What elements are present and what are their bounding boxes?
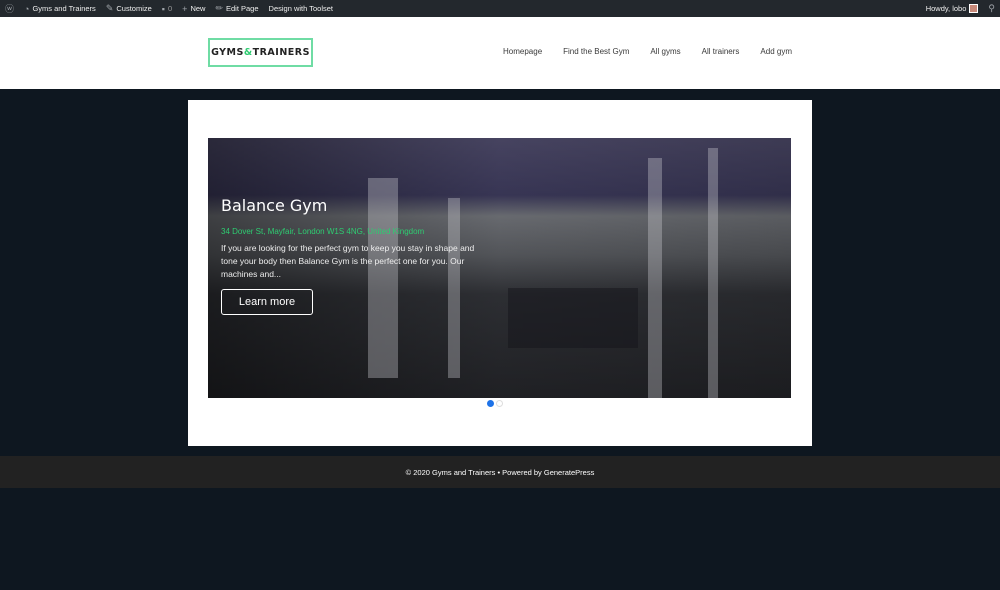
greeting: Howdy, lobo (925, 4, 967, 13)
new-label: New (190, 4, 206, 13)
learn-more-button[interactable]: Learn more (221, 289, 313, 315)
gym-description: If you are looking for the perfect gym t… (221, 243, 475, 279)
slide-image-detail (648, 158, 662, 398)
content-area: Balance Gym 34 Dover St, Mayfair, London… (188, 100, 812, 446)
slider-pagination (487, 400, 503, 407)
wordpress-menu[interactable]: ⓦ (0, 0, 19, 17)
brush-icon: ✎ (105, 3, 114, 13)
site-logo[interactable]: GYMS & TRAINERS (208, 38, 313, 67)
slide-image-detail (708, 148, 718, 398)
slide-dot-1[interactable] (487, 400, 494, 407)
toolset-label: Design with Toolset (268, 4, 334, 13)
edit-page-link[interactable]: ✏ Edit Page (210, 0, 263, 17)
site-name-link[interactable]: ◔ Gyms and Trainers (19, 0, 101, 17)
logo-text-left: GYMS (211, 47, 244, 58)
logo-text-right: TRAINERS (252, 47, 310, 58)
slide-caption: Balance Gym 34 Dover St, Mayfair, London… (221, 196, 491, 315)
nav-add-gym[interactable]: Add gym (760, 47, 792, 56)
copyright: © 2020 Gyms and Trainers • Powered by Ge… (405, 467, 595, 477)
new-link[interactable]: + New (177, 0, 210, 17)
site-footer: © 2020 Gyms and Trainers • Powered by Ge… (0, 456, 1000, 488)
edit-page-label: Edit Page (226, 4, 259, 13)
admin-bar: ⓦ ◔ Gyms and Trainers ✎ Customize ▪ 0 + New … (0, 0, 1000, 17)
account-menu[interactable]: Howdy, lobo (921, 0, 984, 17)
pencil-icon: ✏ (215, 3, 223, 13)
search-button[interactable]: ⚲ (983, 0, 1000, 17)
comment-icon: ▪ (161, 3, 165, 14)
slide-dot-2[interactable] (496, 400, 503, 407)
toolset-link[interactable]: Design with Toolset (264, 0, 338, 17)
slide-image-detail (508, 288, 638, 348)
site-header: GYMS & TRAINERS Homepage Find the Best Gym… (0, 17, 1000, 89)
comments-link[interactable]: ▪ 0 (157, 0, 177, 17)
nav-all-trainers[interactable]: All trainers (702, 47, 740, 56)
nav-find-best-gym[interactable]: Find the Best Gym (563, 47, 629, 56)
gym-address: 34 Dover St, Mayfair, London W1S 4NG, Un… (221, 227, 425, 236)
nav-homepage[interactable]: Homepage (503, 47, 542, 56)
customize-label: Customize (116, 4, 152, 13)
gym-title: Balance Gym (221, 196, 328, 215)
plus-icon: + (182, 3, 188, 14)
gym-slide: Balance Gym 34 Dover St, Mayfair, London… (208, 138, 791, 398)
main-nav: Homepage Find the Best Gym All gyms All … (503, 47, 792, 56)
dashboard-icon: ◔ (24, 3, 30, 14)
site-name: Gyms and Trainers (32, 4, 96, 13)
comment-count: 0 (168, 4, 173, 13)
logo-amp: & (243, 47, 253, 58)
avatar (969, 4, 979, 13)
nav-all-gyms[interactable]: All gyms (650, 47, 680, 56)
customize-link[interactable]: ✎ Customize (101, 0, 157, 17)
wordpress-icon: ⓦ (5, 4, 15, 14)
search-icon: ⚲ (988, 3, 995, 13)
